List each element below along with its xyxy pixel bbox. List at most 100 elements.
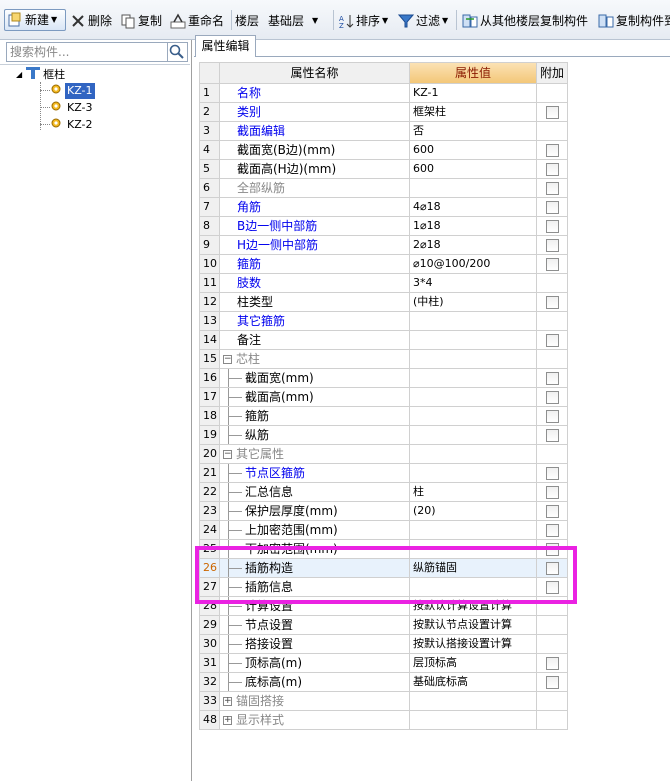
table-row[interactable]: 48 + 显示样式: [199, 711, 569, 730]
property-name-cell[interactable]: 箍筋: [220, 407, 410, 426]
table-row[interactable]: 10 箍筋 ⌀10@100/200: [199, 255, 569, 274]
table-row[interactable]: 8 B边一侧中部筋 1⌀18: [199, 217, 569, 236]
property-value-cell[interactable]: [410, 540, 537, 559]
table-row[interactable]: 7 角筋 4⌀18: [199, 198, 569, 217]
attach-checkbox[interactable]: [546, 296, 559, 309]
table-row[interactable]: 9 H边一侧中部筋 2⌀18: [199, 236, 569, 255]
property-value-cell[interactable]: [410, 369, 537, 388]
property-value-cell[interactable]: 框架柱: [410, 103, 537, 122]
attach-checkbox[interactable]: [546, 429, 559, 442]
property-value-cell[interactable]: 层顶标高: [410, 654, 537, 673]
property-name-cell[interactable]: 底标高(m): [220, 673, 410, 692]
table-row[interactable]: 6 全部纵筋: [199, 179, 569, 198]
property-name-cell[interactable]: 其它箍筋: [220, 312, 410, 331]
copy-component-to-button[interactable]: 复制构件到: [598, 10, 670, 32]
property-value-cell[interactable]: 按默认搭接设置计算: [410, 635, 537, 654]
property-name-cell[interactable]: 插筋信息: [220, 578, 410, 597]
floor-select[interactable]: 基础层 ▼: [268, 10, 330, 32]
table-row[interactable]: 30 搭接设置 按默认搭接设置计算: [199, 635, 569, 654]
property-value-cell[interactable]: 2⌀18: [410, 236, 537, 255]
tree-root-frame-column[interactable]: ◢ 框柱: [16, 67, 67, 83]
property-name-cell[interactable]: 类别: [220, 103, 410, 122]
table-row[interactable]: 24 上加密范围(mm): [199, 521, 569, 540]
property-name-cell[interactable]: 截面高(mm): [220, 388, 410, 407]
property-name-cell[interactable]: − 芯柱: [220, 350, 410, 369]
property-value-cell[interactable]: [410, 388, 537, 407]
attach-checkbox[interactable]: [546, 372, 559, 385]
sort-button[interactable]: AZ 排序 ▼: [338, 10, 388, 32]
property-name-cell[interactable]: 截面高(H边)(mm): [220, 160, 410, 179]
attach-checkbox[interactable]: [546, 657, 559, 670]
property-name-cell[interactable]: + 锚固搭接: [220, 692, 410, 711]
property-value-cell[interactable]: [410, 312, 537, 331]
property-name-cell[interactable]: 截面宽(B边)(mm): [220, 141, 410, 160]
attach-checkbox[interactable]: [546, 543, 559, 556]
property-value-cell[interactable]: (20): [410, 502, 537, 521]
delete-button[interactable]: 删除: [70, 10, 112, 32]
attach-checkbox[interactable]: [546, 334, 559, 347]
table-row[interactable]: 15− 芯柱: [199, 350, 569, 369]
table-row[interactable]: 21 节点区箍筋: [199, 464, 569, 483]
attach-checkbox[interactable]: [546, 201, 559, 214]
table-row[interactable]: 32 底标高(m) 基础底标高: [199, 673, 569, 692]
collapse-triangle-icon[interactable]: ◢: [16, 67, 22, 83]
property-name-cell[interactable]: 顶标高(m): [220, 654, 410, 673]
table-row[interactable]: 11 肢数 3*4: [199, 274, 569, 293]
property-value-cell[interactable]: 4⌀18: [410, 198, 537, 217]
table-row[interactable]: 19 纵筋: [199, 426, 569, 445]
property-name-cell[interactable]: 全部纵筋: [220, 179, 410, 198]
attach-checkbox[interactable]: [546, 144, 559, 157]
property-name-cell[interactable]: + 显示样式: [220, 711, 410, 730]
attach-checkbox[interactable]: [546, 258, 559, 271]
property-value-cell[interactable]: 按默认节点设置计算: [410, 616, 537, 635]
property-value-cell[interactable]: (中柱): [410, 293, 537, 312]
property-name-cell[interactable]: 角筋: [220, 198, 410, 217]
attach-checkbox[interactable]: [546, 524, 559, 537]
attach-checkbox[interactable]: [546, 239, 559, 252]
table-row[interactable]: 14 备注: [199, 331, 569, 350]
property-name-cell[interactable]: − 其它属性: [220, 445, 410, 464]
property-value-cell[interactable]: [410, 445, 537, 464]
table-row[interactable]: 12 柱类型 (中柱): [199, 293, 569, 312]
table-row[interactable]: 33 + 锚固搭接: [199, 692, 569, 711]
property-name-cell[interactable]: 纵筋: [220, 426, 410, 445]
tree-item-kz1[interactable]: KZ-1: [50, 83, 95, 99]
property-value-cell[interactable]: [410, 692, 537, 711]
new-button[interactable]: 新建 ▼: [4, 9, 66, 31]
search-button[interactable]: [168, 42, 188, 62]
property-value-cell[interactable]: [410, 179, 537, 198]
copy-from-floor-button[interactable]: 从其他楼层复制构件: [462, 10, 588, 32]
property-name-cell[interactable]: 保护层厚度(mm): [220, 502, 410, 521]
attach-checkbox[interactable]: [546, 467, 559, 480]
property-name-cell[interactable]: 柱类型: [220, 293, 410, 312]
property-name-cell[interactable]: 截面编辑: [220, 122, 410, 141]
table-row[interactable]: 28 计算设置 按默认计算设置计算: [199, 597, 569, 616]
property-value-cell[interactable]: [410, 331, 537, 350]
table-row[interactable]: 23 保护层厚度(mm) (20): [199, 502, 569, 521]
property-value-cell[interactable]: [410, 464, 537, 483]
property-value-cell[interactable]: 否: [410, 122, 537, 141]
property-name-cell[interactable]: 节点区箍筋: [220, 464, 410, 483]
collapse-icon[interactable]: −: [223, 355, 232, 364]
table-row[interactable]: 22 汇总信息 柱: [199, 483, 569, 502]
property-value-cell[interactable]: 3*4: [410, 274, 537, 293]
attach-checkbox[interactable]: [546, 505, 559, 518]
attach-checkbox[interactable]: [546, 410, 559, 423]
property-name-cell[interactable]: 插筋构造: [220, 559, 410, 578]
property-value-cell[interactable]: 600: [410, 160, 537, 179]
table-row[interactable]: 27 插筋信息: [199, 578, 569, 597]
property-name-cell[interactable]: 备注: [220, 331, 410, 350]
property-value-cell[interactable]: [410, 350, 537, 369]
expand-icon[interactable]: +: [223, 697, 232, 706]
attach-checkbox[interactable]: [546, 220, 559, 233]
property-value-cell[interactable]: [410, 407, 537, 426]
table-row[interactable]: 18 箍筋: [199, 407, 569, 426]
property-name-cell[interactable]: 截面宽(mm): [220, 369, 410, 388]
property-value-cell[interactable]: [410, 521, 537, 540]
attach-checkbox[interactable]: [546, 562, 559, 575]
table-row[interactable]: 13 其它箍筋: [199, 312, 569, 331]
property-name-cell[interactable]: 下加密范围(mm): [220, 540, 410, 559]
rename-button[interactable]: 重命名: [170, 10, 224, 32]
attach-checkbox[interactable]: [546, 163, 559, 176]
property-name-cell[interactable]: 肢数: [220, 274, 410, 293]
